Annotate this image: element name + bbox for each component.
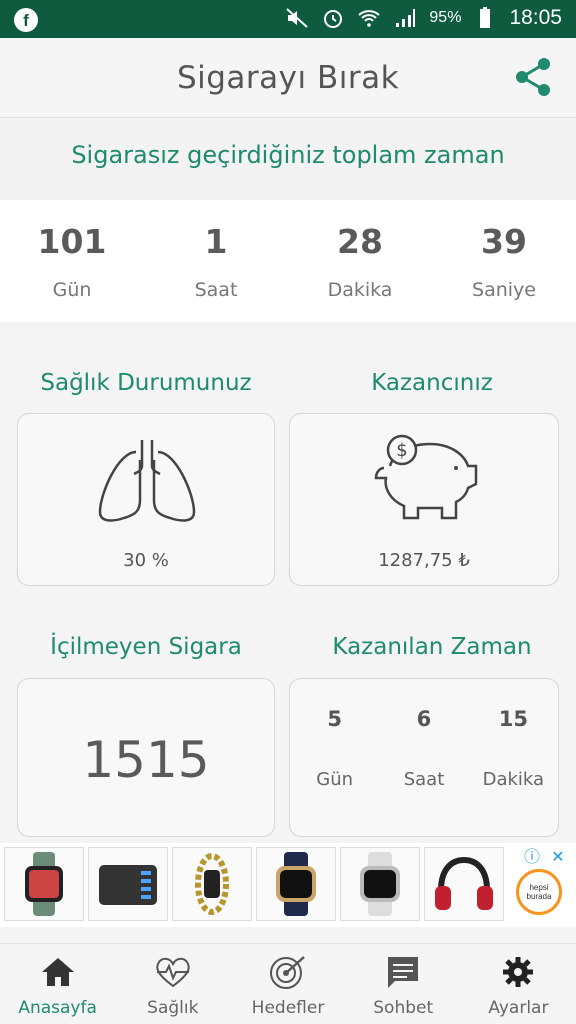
- nav-item-health[interactable]: Sağlık: [115, 944, 230, 1024]
- time-gained-minutes: 15 Dakika: [469, 679, 558, 836]
- signal-icon: [396, 9, 416, 27]
- banner-text: Sigarasız geçirdiğiniz toplam zaman: [71, 141, 505, 169]
- time-label: Gün: [316, 769, 354, 790]
- nav-label: Ayarlar: [488, 998, 549, 1018]
- time-gained-hours: 6 Saat: [379, 679, 468, 836]
- cigarettes-title: İçilmeyen Sigara: [50, 634, 242, 660]
- health-value: 30 %: [123, 550, 169, 571]
- nav-label: Hedefler: [251, 998, 325, 1018]
- cigarettes-value: 1515: [82, 731, 210, 789]
- ad-product-smartwatch[interactable]: [4, 847, 84, 921]
- lungs-icon: [98, 440, 196, 522]
- counter-label: Saat: [194, 279, 238, 301]
- alarm-icon: [324, 10, 343, 28]
- headphones-icon: [435, 856, 493, 910]
- time-value: 6: [416, 707, 432, 731]
- time-gained-title: Kazanılan Zaman: [332, 634, 532, 660]
- target-icon: [270, 956, 305, 989]
- ad-banner[interactable]: ⓘ ✕ hepsi burada: [0, 843, 576, 927]
- nav-item-goals[interactable]: Hedefler: [230, 944, 345, 1024]
- home-icon: [41, 958, 74, 986]
- sport-watch-icon: [360, 852, 400, 916]
- charger-icon: [99, 865, 157, 905]
- ad-product-watch[interactable]: [256, 847, 336, 921]
- ad-info-icon[interactable]: ⓘ: [522, 847, 542, 867]
- health-card[interactable]: 30 %: [17, 413, 275, 586]
- counter-value: 101: [37, 222, 107, 261]
- nav-label: Sağlık: [147, 998, 199, 1018]
- watch-icon: [276, 852, 316, 916]
- time-value: 15: [498, 707, 528, 731]
- ad-product-fitness-band[interactable]: [172, 847, 252, 921]
- battery-percent: 95%: [429, 9, 462, 26]
- cigarettes-card[interactable]: 1515: [17, 678, 275, 837]
- bottom-nav: Anasayfa Sağlık Hedefler Sohbet Ayarlar: [0, 943, 576, 1024]
- time-gained-days: 5 Gün: [290, 679, 379, 836]
- gear-icon: [503, 957, 534, 987]
- savings-title: Kazancınız: [371, 370, 493, 396]
- facebook-icon: f: [14, 8, 38, 32]
- smartwatch-icon: [25, 852, 63, 916]
- savings-value: 1287,75 ₺: [378, 550, 470, 571]
- brand-logo[interactable]: hepsi burada: [516, 869, 562, 915]
- counter-value: 28: [337, 222, 383, 261]
- app-bar: Sigarayı Bırak: [0, 38, 576, 118]
- counter-label: Gün: [52, 279, 92, 301]
- smoke-free-banner: Sigarasız geçirdiğiniz toplam zaman: [0, 119, 576, 199]
- counter-value: 39: [481, 222, 527, 261]
- brand-text-2: burada: [526, 892, 552, 901]
- counter-label: Dakika: [327, 279, 393, 301]
- health-title: Sağlık Durumunuz: [40, 370, 252, 396]
- chat-icon: [388, 957, 419, 988]
- counter-value: 1: [204, 222, 228, 261]
- ad-product-headphones[interactable]: [424, 847, 504, 921]
- nav-label: Anasayfa: [18, 998, 97, 1018]
- share-icon[interactable]: [510, 54, 556, 100]
- time-value: 5: [327, 707, 342, 731]
- nav-label: Sohbet: [373, 998, 434, 1018]
- ad-product-sport-watch[interactable]: [340, 847, 420, 921]
- nav-item-home[interactable]: Anasayfa: [0, 944, 115, 1024]
- nav-item-settings[interactable]: Ayarlar: [461, 944, 576, 1024]
- heartbeat-icon: [156, 957, 190, 988]
- nav-item-chat[interactable]: Sohbet: [346, 944, 461, 1024]
- time-gained-card[interactable]: 5 Gün 6 Saat 15 Dakika: [289, 678, 559, 837]
- counter-hours: 1 Saat: [144, 200, 288, 322]
- brand-text-1: hepsi: [529, 883, 549, 892]
- ad-close-icon[interactable]: ✕: [548, 847, 568, 867]
- wifi-icon: [358, 10, 381, 27]
- piggy-bank-icon: $: [374, 434, 478, 520]
- counter-minutes: 28 Dakika: [288, 200, 432, 322]
- counter-days: 101 Gün: [0, 200, 144, 322]
- status-bar: f 95% 18:05: [0, 0, 576, 38]
- status-time: 18:05: [509, 6, 562, 29]
- page-title: Sigarayı Bırak: [176, 60, 400, 96]
- fitness-band-icon: [195, 853, 229, 915]
- counter-seconds: 39 Saniye: [432, 200, 576, 322]
- mute-icon: [286, 8, 309, 28]
- counter-label: Saniye: [472, 279, 536, 301]
- time-label: Saat: [403, 769, 445, 790]
- smoke-free-counter: 101 Gün 1 Saat 28 Dakika 39 Saniye: [0, 200, 576, 322]
- svg-text:$: $: [396, 440, 407, 461]
- ad-product-charger[interactable]: [88, 847, 168, 921]
- savings-card[interactable]: $ 1287,75 ₺: [289, 413, 559, 586]
- time-label: Dakika: [482, 769, 545, 790]
- battery-icon: [480, 7, 491, 28]
